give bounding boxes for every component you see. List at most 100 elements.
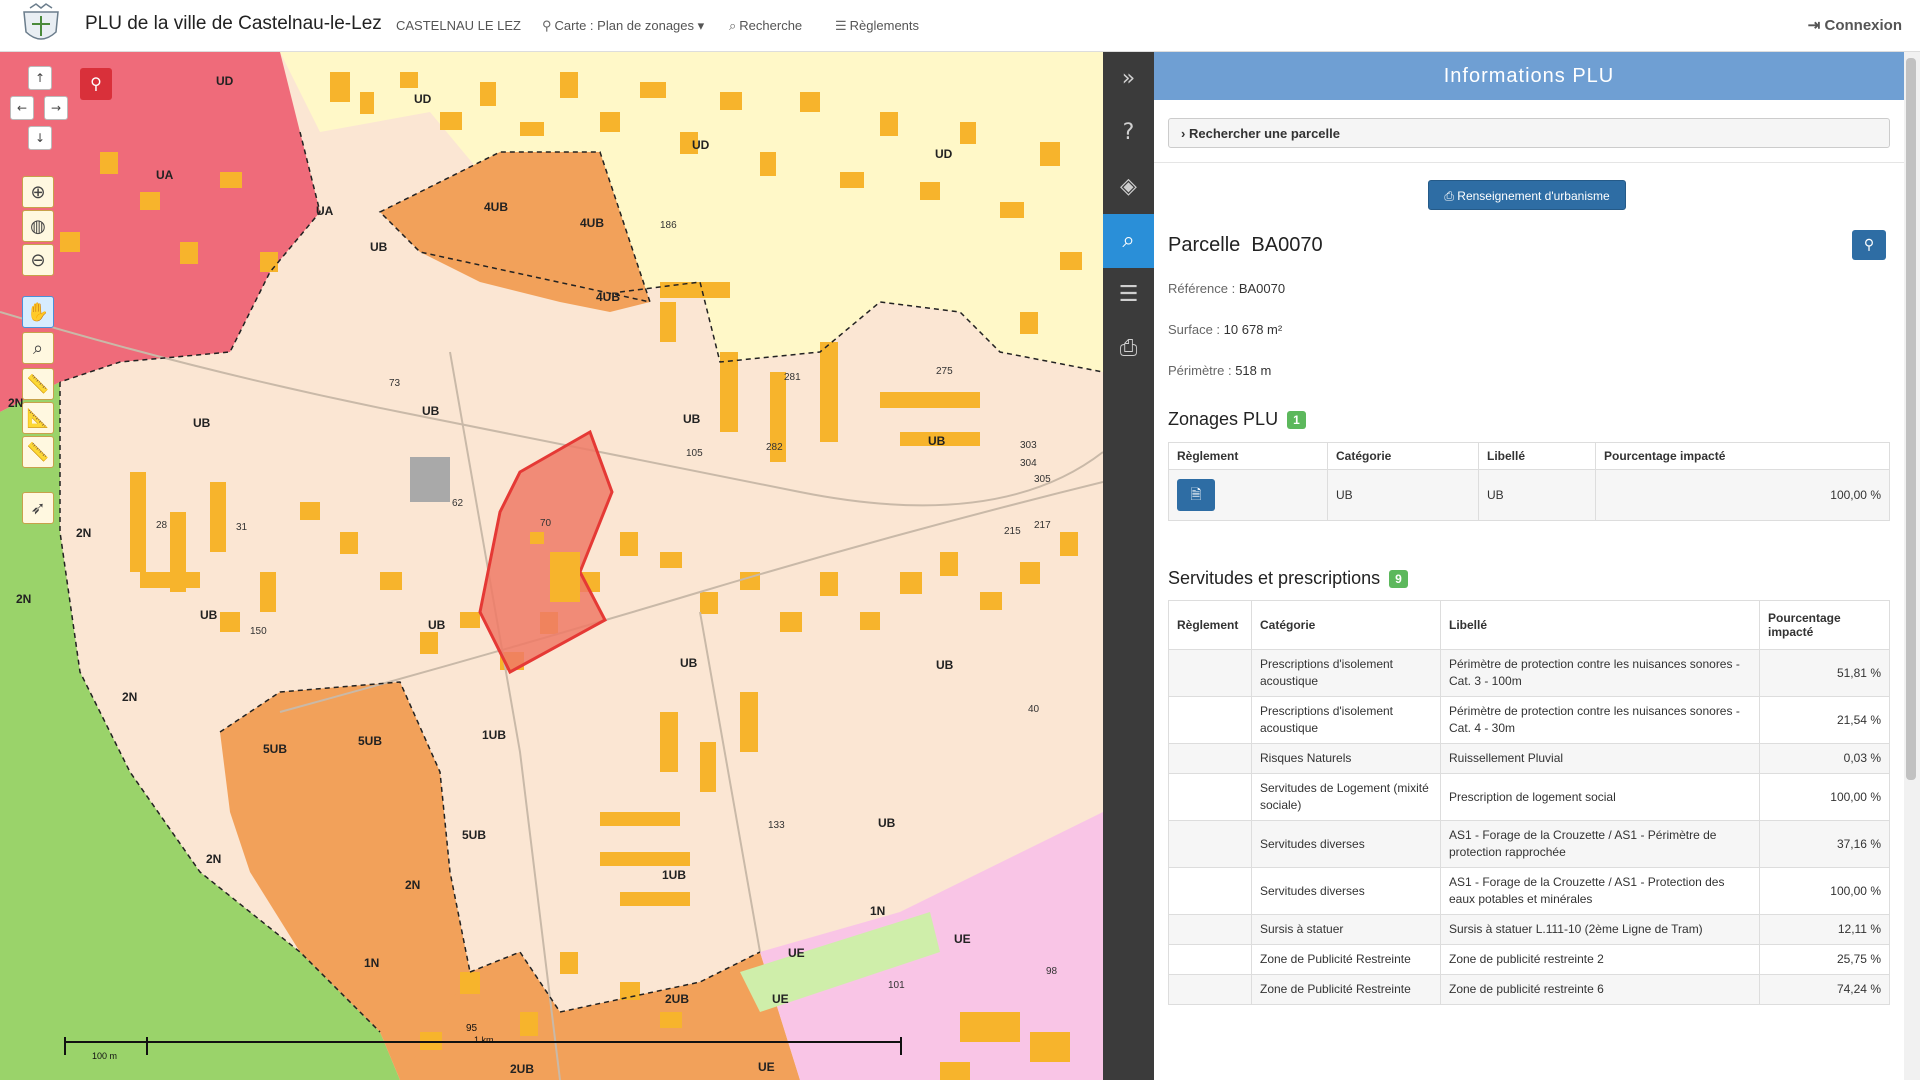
pourcentage-cell: 100,00 % <box>1595 469 1890 521</box>
zone-label: 2N <box>122 690 138 704</box>
zone-label: 4UB <box>580 216 605 230</box>
libelle-cell: UB <box>1478 469 1596 521</box>
zone-label: UA <box>156 168 174 182</box>
zoom-box-tool[interactable]: ⌕ <box>22 332 54 364</box>
search-parcel-accordion[interactable]: › Rechercher une parcelle <box>1168 118 1890 148</box>
select-info-tool[interactable]: ➶ <box>22 492 54 524</box>
libelle-cell: AS1 - Forage de la Crouzette / AS1 - Pro… <box>1440 867 1760 915</box>
reglement-cell <box>1168 743 1252 774</box>
parcel-number: 305 <box>1034 474 1051 485</box>
table-row: Servitudes de Logement (mixité sociale) … <box>1168 773 1890 821</box>
rules-link[interactable]: ☰ Règlements <box>835 18 919 34</box>
parcel-number: 304 <box>1020 458 1037 469</box>
col-header: Catégorie <box>1327 442 1479 470</box>
print-icon: ⎙ <box>1444 189 1454 203</box>
reglement-cell <box>1168 820 1252 868</box>
locate-parcel-button[interactable]: ⚲ <box>1852 230 1886 260</box>
help-button[interactable]: ? <box>1103 106 1154 160</box>
libelle-cell: Sursis à statuer L.111-10 (2ème Ligne de… <box>1440 914 1760 945</box>
reglement-cell <box>1168 773 1252 821</box>
zoom-extent-tool[interactable]: ◍ <box>22 210 54 242</box>
col-header: Règlement <box>1168 600 1252 650</box>
layers-button[interactable]: ◈ <box>1103 160 1154 214</box>
city-crest-logo[interactable] <box>16 2 66 48</box>
search-link[interactable]: ⌕ Recherche <box>729 18 802 34</box>
search-panel-button[interactable]: ⌕ <box>1103 214 1154 268</box>
servitudes-heading: Servitudes et prescriptions 9 <box>1168 568 1408 589</box>
urbanisme-button-label: Renseignement d'urbanisme <box>1457 189 1610 203</box>
pourcentage-cell: 51,81 % <box>1759 649 1890 697</box>
pourcentage-cell: 37,16 % <box>1759 820 1890 868</box>
zoning-map[interactable]: UA UA UD UD UD UD 4UB 4UB 4UB UB UB UB U… <box>0 52 1103 1080</box>
zone-label: UD <box>692 138 710 152</box>
list-button[interactable]: ☰ <box>1103 268 1154 322</box>
panel-toolbar: » ? ◈ ⌕ ☰ ⎙ <box>1103 52 1154 1080</box>
commune-link[interactable]: CASTELNAU LE LEZ <box>396 18 521 33</box>
zonages-heading: Zonages PLU 1 <box>1168 409 1306 430</box>
zone-label: 1UB <box>662 868 687 882</box>
perimetre-row: Périmètre : 518 m <box>1168 363 1271 378</box>
cursor-icon: ➶ <box>30 498 46 519</box>
zoom-in-tool[interactable]: ⊕ <box>22 176 54 208</box>
print-button[interactable]: ⎙ <box>1103 322 1154 376</box>
panel-scrollbar-thumb[interactable] <box>1906 58 1916 780</box>
table-row: Prescriptions d'isolement acoustique Pér… <box>1168 649 1890 697</box>
categorie-cell: Servitudes diverses <box>1251 820 1441 868</box>
measure-distance-tool[interactable]: 📏 <box>22 368 54 400</box>
panel-title: Informations PLU <box>1154 52 1904 100</box>
zone-label: UE <box>954 932 971 946</box>
categorie-cell: Zone de Publicité Restreinte <box>1251 974 1441 1005</box>
parcel-number: 98 <box>1046 966 1058 977</box>
categorie-cell: Sursis à statuer <box>1251 914 1441 945</box>
reference-row: Référence : BA0070 <box>1168 281 1285 296</box>
libelle-cell: Zone de publicité restreinte 2 <box>1440 944 1760 975</box>
app-title[interactable]: PLU de la ville de Castelnau-le-Lez <box>85 13 382 35</box>
double-chevron-right-icon: » <box>1121 66 1136 91</box>
map-canvas[interactable] <box>0 52 1103 1080</box>
zone-label: 5UB <box>358 734 383 748</box>
map-menu-dropdown[interactable]: ⚲ Carte : Plan de zonages ▾ <box>542 18 704 34</box>
divider <box>1154 162 1904 163</box>
pourcentage-cell: 100,00 % <box>1759 773 1890 821</box>
zone-label: 2UB <box>510 1062 535 1076</box>
pan-left-button[interactable]: ← <box>10 96 34 120</box>
categorie-cell: Zone de Publicité Restreinte <box>1251 944 1441 975</box>
collapse-panel-button[interactable]: » <box>1103 52 1154 106</box>
search-icon: ⌕ <box>1122 228 1135 253</box>
urbanisme-report-button[interactable]: ⎙ Renseignement d'urbanisme <box>1428 180 1626 210</box>
categorie-cell: Servitudes diverses <box>1251 867 1441 915</box>
login-link[interactable]: ⇥ Connexion <box>1808 16 1902 34</box>
pan-up-button[interactable]: ↑ <box>28 66 52 90</box>
reglement-cell <box>1168 974 1252 1005</box>
zone-label: 4UB <box>484 200 509 214</box>
magnifier-icon: ⌕ <box>32 338 44 359</box>
zoom-out-icon: ⊖ <box>30 250 46 271</box>
zone-label: UB <box>680 656 698 670</box>
surface-label: Surface : <box>1168 322 1221 337</box>
measure-area-tool[interactable]: 📐 <box>22 402 54 434</box>
pan-down-button[interactable]: ↓ <box>28 126 52 150</box>
zone-label: UA <box>316 204 334 218</box>
login-label: Connexion <box>1824 17 1903 34</box>
pourcentage-cell: 0,03 % <box>1759 743 1890 774</box>
measure-perimeter-tool[interactable]: 📏 <box>22 436 54 468</box>
pan-hand-tool[interactable]: ✋ <box>22 296 54 328</box>
parcel-number: 105 <box>686 448 703 459</box>
grey-building <box>410 457 450 502</box>
scale-label-small: 100 m <box>92 1051 118 1061</box>
help-icon: ? <box>1122 120 1135 145</box>
zone-label: 2N <box>405 878 421 892</box>
libelle-cell: Prescription de logement social <box>1440 773 1760 821</box>
sign-in-icon: ⇥ <box>1807 17 1821 34</box>
parcel-number: 150 <box>250 626 267 637</box>
table-row: Zone de Publicité Restreinte Zone de pub… <box>1168 974 1890 1005</box>
col-header: Règlement <box>1168 442 1328 470</box>
print-icon: ⎙ <box>1119 336 1138 361</box>
pan-right-button[interactable]: → <box>44 96 68 120</box>
locate-marker-button[interactable]: ⚲ <box>80 68 112 100</box>
zoom-out-tool[interactable]: ⊖ <box>22 244 54 276</box>
reglement-document-button[interactable]: 🗎 <box>1177 479 1215 511</box>
table-row: Zone de Publicité Restreinte Zone de pub… <box>1168 944 1890 975</box>
zone-label: UB <box>370 240 388 254</box>
parcel-number: 281 <box>784 372 801 383</box>
